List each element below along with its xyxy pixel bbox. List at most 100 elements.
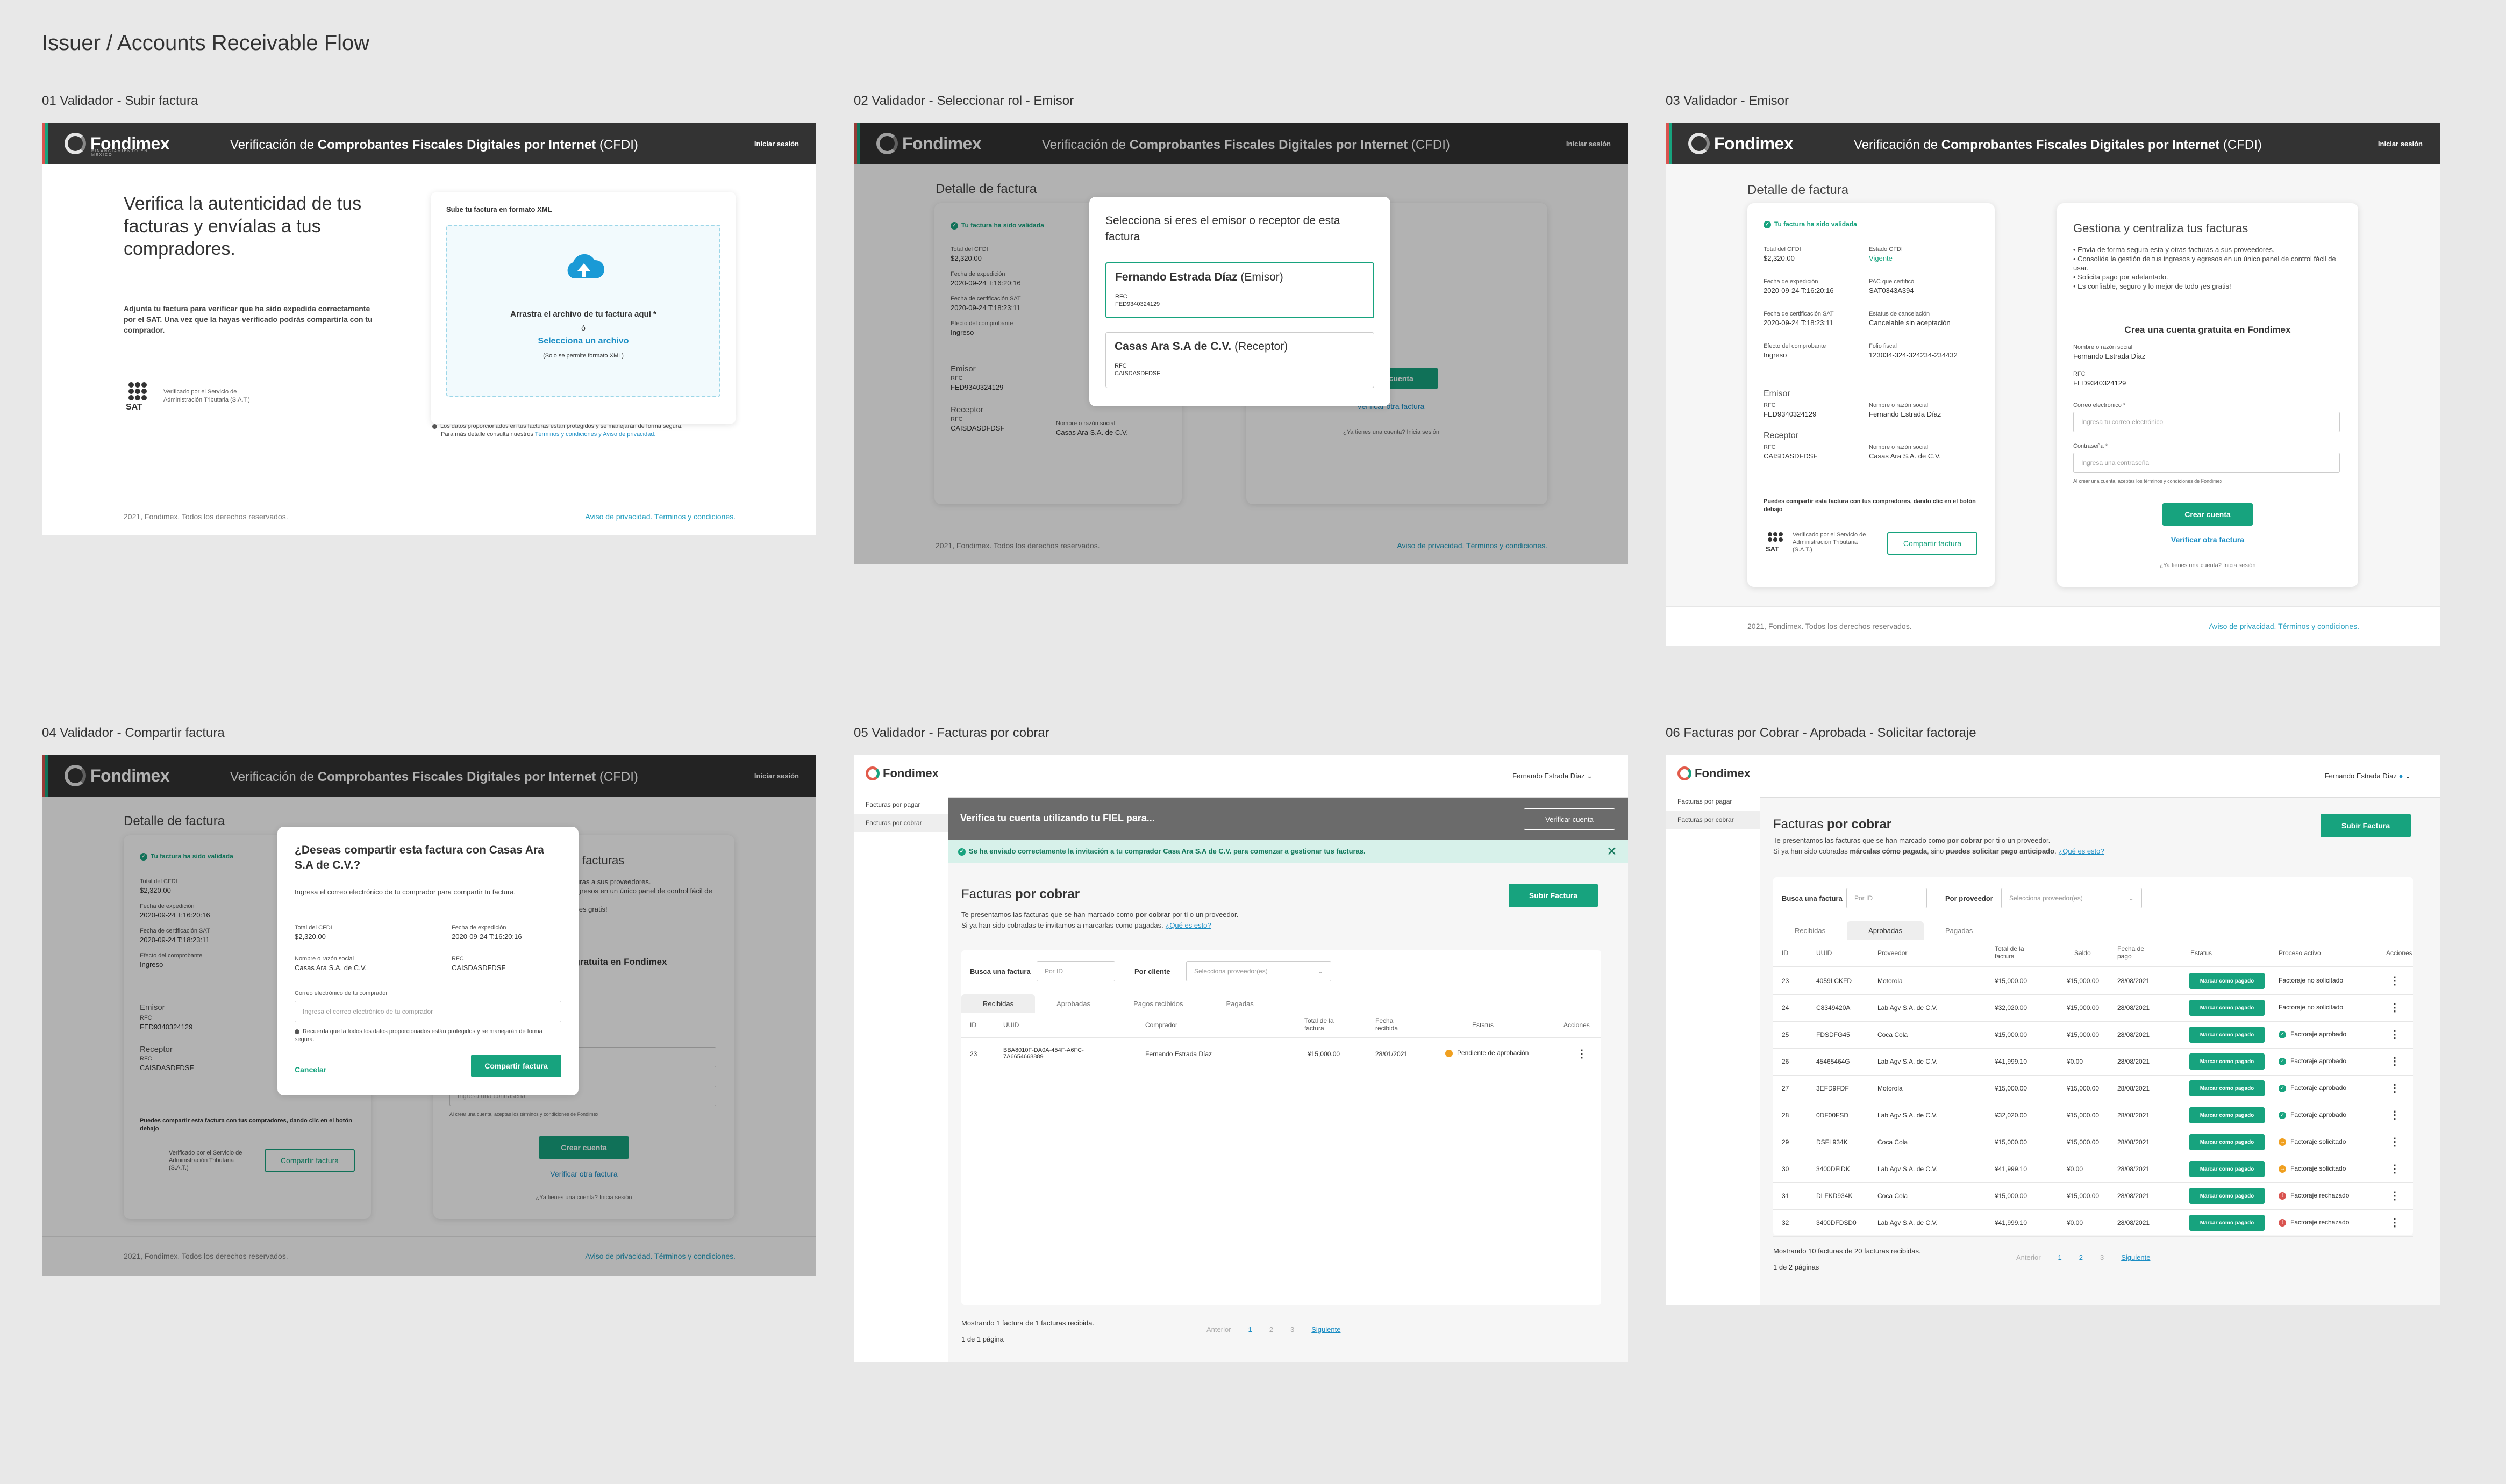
tab-pagadas[interactable]: Pagadas <box>1204 994 1275 1013</box>
create-account-button[interactable]: Crear cuenta <box>2162 503 2253 526</box>
tab-recibidas[interactable]: Recibidas <box>961 994 1036 1013</box>
row-actions-icon[interactable]: ⋮ <box>2389 1028 2400 1041</box>
what-is-this-link[interactable]: ¿Qué es esto? <box>2058 847 2104 855</box>
tab-aprobadas[interactable]: Aprobadas <box>1847 921 1924 940</box>
cell-date: 28/08/2021 <box>2117 977 2150 985</box>
fondimex-logo[interactable]: Fondimex <box>866 766 939 780</box>
login-link[interactable]: Iniciar sesión <box>2378 140 2423 148</box>
upload-invoice-button[interactable]: Subir Factura <box>2321 814 2411 837</box>
row-actions-icon[interactable]: ⋮ <box>1576 1047 1587 1060</box>
check-icon: ✓ <box>958 848 966 856</box>
buyer-email-field[interactable]: Ingresa el correo electrónico de tu comp… <box>295 1001 561 1022</box>
mark-paid-button[interactable]: Marcar como pagado <box>2189 1027 2265 1043</box>
cell-prov: Lab Agv S.A. de C.V. <box>1877 1112 1938 1119</box>
cancel-button[interactable]: Cancelar <box>295 1065 326 1074</box>
page-3[interactable]: 3 <box>1290 1325 1294 1334</box>
board-label-04: 04 Validador - Compartir factura <box>42 726 225 740</box>
row-actions-icon[interactable]: ⋮ <box>2389 1001 2400 1014</box>
verified-shield-icon: ● <box>2398 772 2403 780</box>
arrow-right-icon: → <box>2279 1165 2286 1173</box>
footer-links[interactable]: Aviso de privacidad. Términos y condicio… <box>585 512 736 521</box>
cell-date: 28/08/2021 <box>2117 1138 2150 1146</box>
mark-paid-button[interactable]: Marcar como pagado <box>2189 1215 2265 1231</box>
prev-page[interactable]: Anterior <box>1206 1325 1231 1334</box>
tab-pagos-recibidos[interactable]: Pagos recibidos <box>1112 994 1205 1013</box>
process-status: → Factoraje solicitado <box>2279 1165 2346 1173</box>
fondimex-logo[interactable]: Fondimex <box>1688 131 1794 156</box>
row-actions-icon[interactable]: ⋮ <box>2389 1189 2400 1202</box>
mark-paid-button[interactable]: Marcar como pagado <box>2189 1161 2265 1177</box>
process-status: ✓ Factoraje aprobado <box>2279 1030 2346 1038</box>
page-description: Te presentamos las facturas que se han m… <box>961 911 1239 929</box>
check-icon: ✓ <box>2279 1111 2286 1119</box>
sidebar-item-por-cobrar[interactable]: Facturas por cobrar <box>1666 811 1760 829</box>
sidebar-item-por-pagar[interactable]: Facturas por pagar <box>854 795 948 814</box>
header-title: Verificación de Comprobantes Fiscales Di… <box>1854 138 2262 152</box>
page-3[interactable]: 3 <box>2100 1253 2104 1261</box>
cell-date: 28/08/2021 <box>2117 1004 2150 1012</box>
search-input[interactable]: Por ID <box>1037 961 1115 981</box>
process-status: ✓ Factoraje aprobado <box>2279 1057 2346 1065</box>
fondimex-logo[interactable]: Fondimex <box>1677 766 1751 780</box>
sidebar-item-por-pagar[interactable]: Facturas por pagar <box>1666 792 1760 811</box>
board-label-03: 03 Validador - Emisor <box>1666 94 1789 108</box>
pending-icon <box>1445 1049 1453 1057</box>
next-page[interactable]: Siguiente <box>2121 1253 2150 1261</box>
xml-dropzone[interactable]: Arrastra el archivo de tu factura aquí *… <box>446 225 720 397</box>
tab-pagadas[interactable]: Pagadas <box>1924 921 1994 940</box>
tab-aprobadas[interactable]: Aprobadas <box>1035 994 1112 1013</box>
mark-paid-button[interactable]: Marcar como pagado <box>2189 1053 2265 1070</box>
process-status: ! Factoraje rechazado <box>2279 1218 2349 1227</box>
footer-links[interactable]: Aviso de privacidad. Términos y condicio… <box>2209 622 2359 630</box>
user-menu[interactable]: Fernando Estrada Díaz ● ⌄ <box>2325 772 2411 780</box>
upload-invoice-button[interactable]: Subir Factura <box>1509 884 1598 907</box>
next-page[interactable]: Siguiente <box>1311 1325 1340 1334</box>
mark-paid-button[interactable]: Marcar como pagado <box>2189 1188 2265 1204</box>
select-file-link[interactable]: Selecciona un archivo <box>447 336 719 346</box>
row-actions-icon[interactable]: ⋮ <box>2389 1216 2400 1229</box>
privacy-note: Los datos proporcionados en tus facturas… <box>432 422 755 439</box>
mark-paid-button[interactable]: Marcar como pagado <box>2189 1080 2265 1096</box>
share-confirm-button[interactable]: Compartir factura <box>471 1055 561 1077</box>
page-1[interactable]: 1 <box>1248 1325 1252 1334</box>
page-count: 1 de 1 página <box>961 1335 1004 1343</box>
sidebar-item-por-cobrar[interactable]: Facturas por cobrar <box>854 814 948 832</box>
mark-paid-button[interactable]: Marcar como pagado <box>2189 1107 2265 1123</box>
cell-date: 28/08/2021 <box>2117 1219 2150 1227</box>
verify-other-link[interactable]: Verificar otra factura <box>2057 535 2358 544</box>
row-actions-icon[interactable]: ⋮ <box>2389 1055 2400 1068</box>
email-field[interactable]: Ingresa tu correo electrónico <box>2073 412 2340 432</box>
page-2[interactable]: 2 <box>1269 1325 1273 1334</box>
share-invoice-button[interactable]: Compartir factura <box>1887 532 1977 555</box>
terms-link[interactable]: Términos y condiciones y Aviso de privac… <box>535 431 656 438</box>
client-select[interactable]: Selecciona proveedor(es) ⌄ <box>1186 961 1331 981</box>
search-input[interactable]: Por ID <box>1846 888 1927 908</box>
role-option-emisor[interactable]: Fernando Estrada Díaz (Emisor) RFC FED93… <box>1105 262 1374 318</box>
close-icon[interactable]: ✕ <box>1607 844 1617 859</box>
row-actions-icon[interactable]: ⋮ <box>2389 1081 2400 1095</box>
brand-stripe-green <box>45 123 48 164</box>
mark-paid-button[interactable]: Marcar como pagado <box>2189 1000 2265 1016</box>
page-1[interactable]: 1 <box>2058 1253 2062 1261</box>
mark-paid-button[interactable]: Marcar como pagado <box>2189 973 2265 989</box>
row-actions-icon[interactable]: ⋮ <box>2389 1162 2400 1175</box>
role-option-receptor[interactable]: Casas Ara S.A de C.V. (Receptor) RFC CAI… <box>1105 332 1374 388</box>
verify-account-button[interactable]: Verificar cuenta <box>1524 808 1615 830</box>
row-actions-icon[interactable]: ⋮ <box>2389 1108 2400 1122</box>
fondimex-logo[interactable]: Fondimex FINANCIAMIENTO EN MEXICO <box>65 131 170 157</box>
upload-body: Adjunta tu factura para verificar que ha… <box>124 304 373 334</box>
board-03-frame: Fondimex Verificación de Comprobantes Fi… <box>1666 123 2440 646</box>
page-2[interactable]: 2 <box>2079 1253 2083 1261</box>
have-account-link[interactable]: ¿Ya tienes una cuenta? Inicia sesión <box>2057 562 2358 569</box>
user-menu[interactable]: Fernando Estrada Díaz ⌄ <box>1512 772 1593 780</box>
mark-paid-button[interactable]: Marcar como pagado <box>2189 1134 2265 1150</box>
login-link[interactable]: Iniciar sesión <box>754 140 799 148</box>
provider-select[interactable]: Selecciona proveedor(es) ⌄ <box>2001 888 2142 908</box>
row-actions-icon[interactable]: ⋮ <box>2389 974 2400 987</box>
prev-page[interactable]: Anterior <box>2016 1253 2041 1261</box>
password-field[interactable]: Ingresa una contraseña <box>2073 453 2340 473</box>
tab-recibidas[interactable]: Recibidas <box>1773 921 1847 940</box>
row-actions-icon[interactable]: ⋮ <box>2389 1135 2400 1149</box>
what-is-this-link[interactable]: ¿Qué es esto? <box>1165 921 1211 929</box>
cell-id: 29 <box>1782 1138 1789 1146</box>
